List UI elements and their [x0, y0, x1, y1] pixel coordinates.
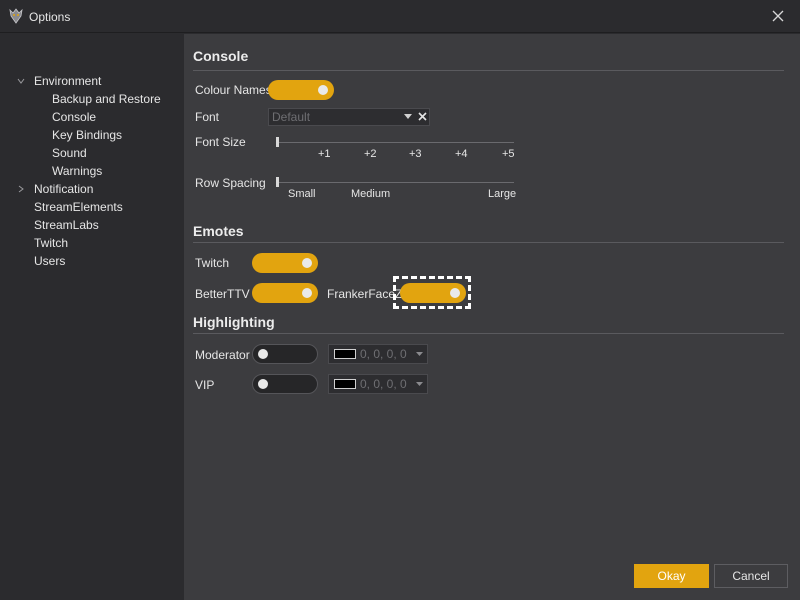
twitch-emotes-toggle[interactable] — [252, 253, 318, 273]
sidebar-item-streamelements[interactable]: StreamElements — [34, 198, 123, 216]
vip-label: VIP — [195, 378, 215, 392]
font-size-tick: +2 — [364, 148, 377, 160]
highlighting-section-title: Highlighting — [193, 314, 275, 330]
emotes-section-title: Emotes — [193, 223, 244, 239]
row-spacing-slider-handle[interactable] — [276, 177, 279, 187]
sidebar-item-sound[interactable]: Sound — [52, 144, 87, 162]
section-divider — [193, 333, 784, 334]
section-divider — [193, 70, 784, 71]
chevron-down-icon — [404, 114, 412, 119]
row-spacing-tick: Small — [288, 188, 316, 200]
collapse-arrow-icon[interactable] — [16, 180, 26, 198]
font-size-label: Font Size — [195, 135, 246, 149]
font-select[interactable]: Default — [268, 108, 430, 126]
title-bar: Options — [0, 0, 800, 33]
color-swatch — [334, 379, 356, 389]
colour-names-label: Colour Names — [195, 83, 272, 97]
sidebar-item-users[interactable]: Users — [34, 252, 65, 270]
cancel-button[interactable]: Cancel — [714, 564, 788, 588]
font-size-tick: +1 — [318, 148, 331, 160]
font-size-slider-track — [276, 142, 514, 143]
font-size-tick: +4 — [455, 148, 468, 160]
console-section-title: Console — [193, 48, 249, 64]
sidebar-item-backup-and-restore[interactable]: Backup and Restore — [52, 90, 161, 108]
moderator-label: Moderator — [195, 348, 250, 362]
row-spacing-label: Row Spacing — [195, 176, 266, 190]
options-content: Console Colour Names Font Default Font S… — [184, 34, 800, 600]
sidebar-item-notification[interactable]: Notification — [34, 180, 93, 198]
colour-names-toggle[interactable] — [268, 80, 334, 100]
sidebar-item-environment[interactable]: Environment — [34, 72, 101, 90]
frankerfacez-label: FrankerFaceZ — [327, 287, 403, 301]
focus-highlight-box — [393, 276, 471, 309]
close-button[interactable] — [760, 2, 796, 30]
section-divider — [193, 242, 784, 243]
sidebar-item-warnings[interactable]: Warnings — [52, 162, 102, 180]
font-select-value: Default — [272, 110, 311, 124]
betterttv-label: BetterTTV — [195, 287, 250, 301]
vip-color-value: 0, 0, 0, 0 — [360, 377, 407, 391]
row-spacing-tick: Medium — [351, 188, 391, 200]
betterttv-toggle[interactable] — [252, 283, 318, 303]
vip-toggle[interactable] — [252, 374, 318, 394]
expand-arrow-icon[interactable] — [16, 72, 26, 90]
font-size-tick: +3 — [409, 148, 422, 160]
chevron-down-icon — [416, 352, 423, 356]
color-swatch — [334, 349, 356, 359]
okay-button[interactable]: Okay — [634, 564, 709, 588]
close-icon — [772, 10, 784, 22]
font-size-tick: +5 — [502, 148, 515, 160]
sidebar-item-twitch[interactable]: Twitch — [34, 234, 68, 252]
sidebar-item-console[interactable]: Console — [52, 108, 96, 126]
window-title: Options — [29, 10, 71, 24]
row-spacing-slider-track — [276, 182, 514, 183]
moderator-color-select[interactable]: 0, 0, 0, 0 — [328, 344, 428, 364]
font-size-slider-handle[interactable] — [276, 137, 279, 147]
clear-icon[interactable] — [418, 112, 427, 121]
row-spacing-tick: Large — [488, 188, 517, 200]
font-label: Font — [195, 110, 220, 124]
sidebar-item-streamlabs[interactable]: StreamLabs — [34, 216, 99, 234]
app-logo-icon — [9, 8, 23, 24]
chevron-down-icon — [416, 382, 423, 386]
vip-color-select[interactable]: 0, 0, 0, 0 — [328, 374, 428, 394]
options-sidebar: Environment Backup and Restore Console K… — [0, 34, 184, 600]
moderator-toggle[interactable] — [252, 344, 318, 364]
sidebar-item-key-bindings[interactable]: Key Bindings — [52, 126, 122, 144]
twitch-emotes-label: Twitch — [195, 256, 230, 270]
moderator-color-value: 0, 0, 0, 0 — [360, 347, 407, 361]
